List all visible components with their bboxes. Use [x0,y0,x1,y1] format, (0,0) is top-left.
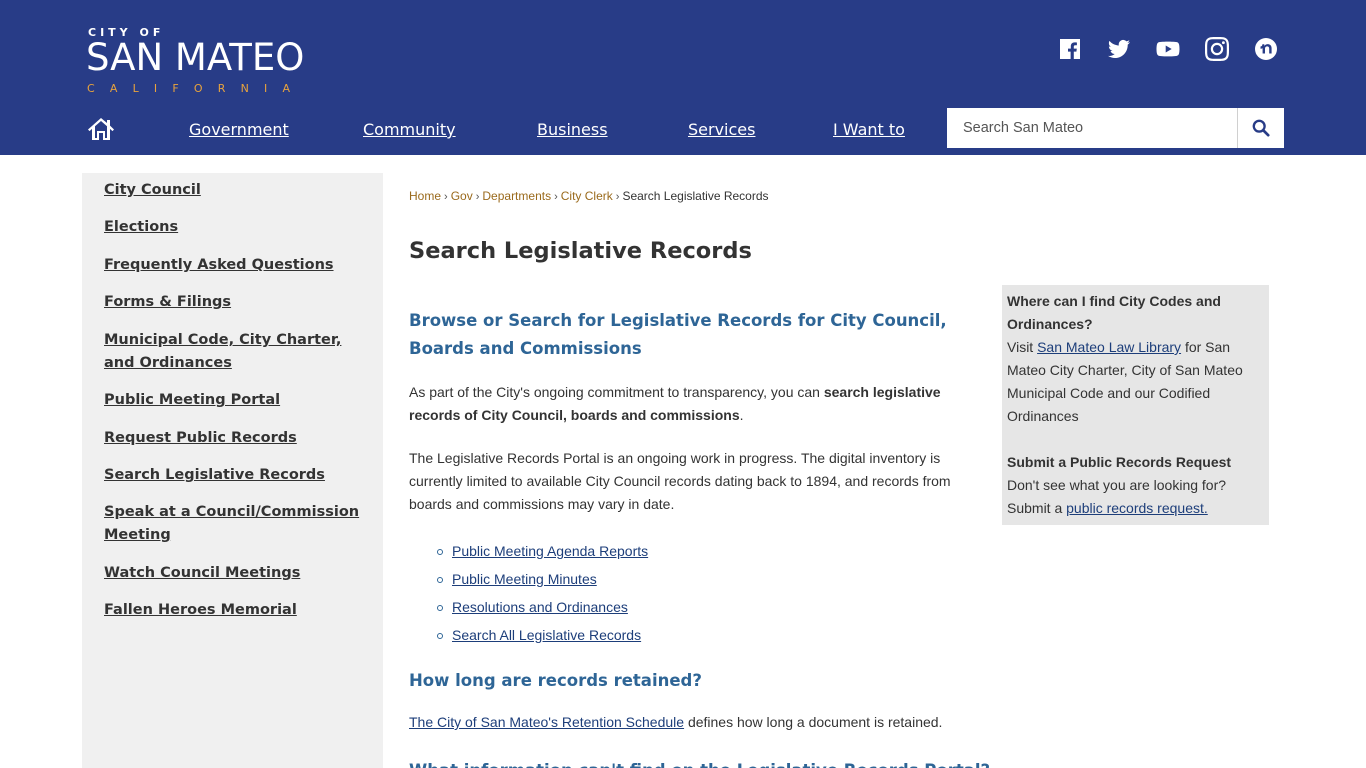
breadcrumb-separator: › [615,191,620,203]
twitter-icon[interactable] [1106,36,1132,62]
link-agenda-reports[interactable]: Public Meeting Agenda Reports [452,543,648,559]
intro-text: As part of the City's ongoing commitment… [409,384,824,400]
link-law-library[interactable]: San Mateo Law Library [1037,339,1181,355]
list-item: Search All Legislative Records [435,621,648,649]
sidebar-item-fallen-heroes-memorial[interactable]: Fallen Heroes Memorial [104,599,374,622]
info-records-title: Submit a Public Records Request [1007,454,1232,470]
site-header: CITY OF SAN MATEO CALIFORNIA Government … [0,0,1366,155]
intro-paragraph: As part of the City's ongoing commitment… [409,381,977,427]
sidebar-item-city-council[interactable]: City Council [104,179,374,202]
youtube-icon[interactable] [1155,36,1181,62]
link-public-records-request[interactable]: public records request. [1066,500,1208,516]
search-icon [1252,119,1270,137]
sidebar-item-forms-filings[interactable]: Forms & Filings [104,291,374,314]
nav-community[interactable]: Community [363,118,456,142]
info-codes: Where can I find City Codes and Ordinanc… [1007,290,1264,428]
sidebar-item-request-public-records[interactable]: Request Public Records [104,427,374,450]
sidebar-item-public-meeting-portal[interactable]: Public Meeting Portal [104,389,374,412]
logo-name: SAN MATEO [86,36,305,79]
city-logo[interactable]: CITY OF SAN MATEO CALIFORNIA [86,26,326,98]
instagram-icon[interactable] [1204,36,1230,62]
link-retention-schedule[interactable]: The City of San Mateo's Retention Schedu… [409,714,684,730]
info-codes-text: Visit [1007,339,1038,355]
breadcrumb-city-clerk[interactable]: City Clerk [561,189,613,203]
sidebar-item-search-legislative-records[interactable]: Search Legislative Records [104,464,374,487]
sidebar-item-watch-council-meetings[interactable]: Watch Council Meetings [104,562,374,585]
link-resolutions-ordinances[interactable]: Resolutions and Ordinances [452,599,628,615]
link-meeting-minutes[interactable]: Public Meeting Minutes [452,571,597,587]
sidebar-nav: City Council Elections Frequently Asked … [82,173,383,768]
retention-paragraph: The City of San Mateo's Retention Schedu… [409,711,977,734]
section-heading-browse: Browse or Search for Legislative Records… [409,311,947,358]
nav-business[interactable]: Business [537,118,608,142]
breadcrumb-departments[interactable]: Departments [482,189,551,203]
info-codes-title: Where can I find City Codes and Ordinanc… [1007,293,1221,332]
retention-text: defines how long a document is retained. [684,714,943,730]
facebook-icon[interactable] [1057,36,1083,62]
nextdoor-icon[interactable] [1253,36,1279,62]
info-records-request: Submit a Public Records Request Don't se… [1007,451,1264,520]
search-input[interactable] [947,108,1237,148]
records-link-list: Public Meeting Agenda Reports Public Mee… [435,537,648,649]
page-title: Search Legislative Records [409,238,752,264]
list-item: Public Meeting Agenda Reports [435,537,648,565]
breadcrumb-separator: › [444,191,448,203]
sidebar-item-elections[interactable]: Elections [104,216,374,239]
breadcrumb-separator: › [475,191,480,203]
list-item: Resolutions and Ordinances [435,593,648,621]
breadcrumb-gov[interactable]: Gov [451,189,473,203]
breadcrumb: Home › Gov › Departments › City Clerk › Search L… [409,187,769,206]
section-heading-partial: What information can't find on the Legis… [409,757,990,768]
breadcrumb-home[interactable]: Home [409,189,441,203]
intro-text-end: . [739,407,744,423]
sidebar-item-municipal-code[interactable]: Municipal Code, City Charter, and Ordina… [104,329,374,375]
breadcrumb-separator: › [554,191,558,203]
sidebar-item-faq[interactable]: Frequently Asked Questions [104,254,374,277]
home-icon[interactable] [88,117,114,141]
breadcrumb-current: Search Legislative Records [622,189,769,203]
nav-i-want-to[interactable]: I Want to [833,118,905,142]
section-heading-retention: How long are records retained? [409,671,702,690]
site-search [947,108,1284,148]
info-box: Where can I find City Codes and Ordinanc… [1002,285,1269,525]
portal-description: The Legislative Records Portal is an ong… [409,450,951,512]
link-search-all-records[interactable]: Search All Legislative Records [452,627,641,643]
nav-services[interactable]: Services [688,118,755,142]
list-item: Public Meeting Minutes [435,565,648,593]
nav-government[interactable]: Government [189,118,289,142]
logo-state: CALIFORNIA [87,82,306,95]
search-button[interactable] [1237,108,1284,148]
sidebar-item-speak-at-meeting[interactable]: Speak at a Council/Commission Meeting [104,501,374,547]
